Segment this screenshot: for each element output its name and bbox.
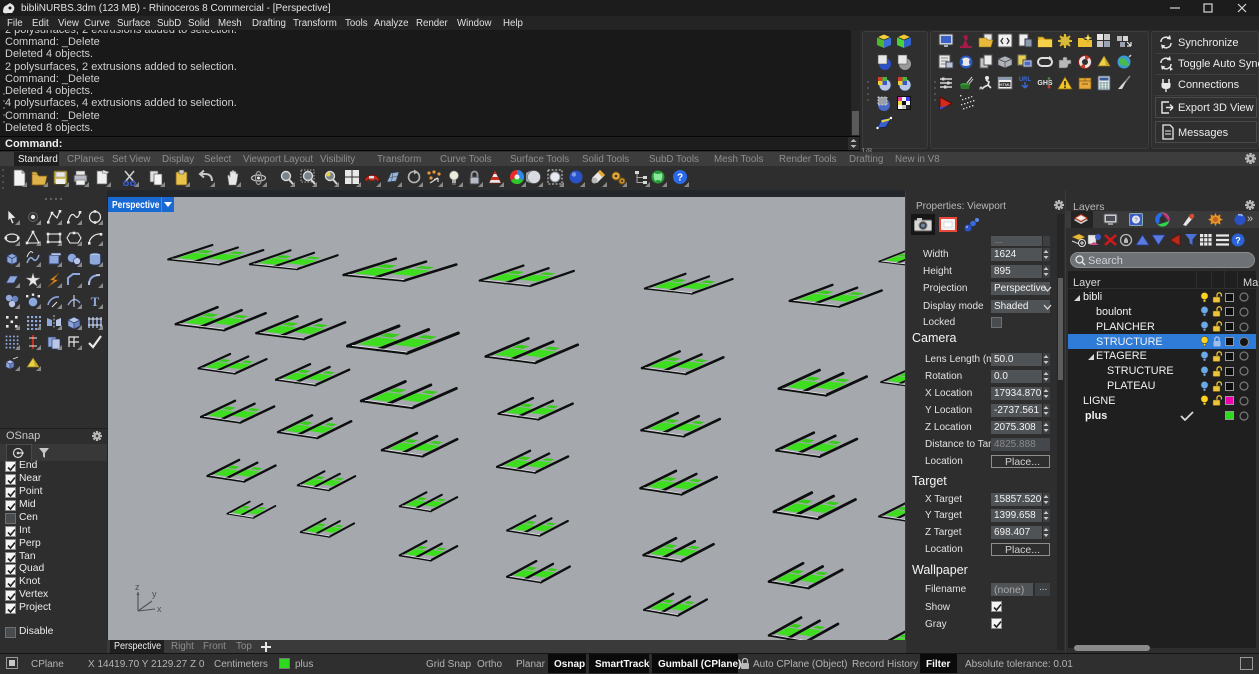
svg-text:z: z (135, 583, 140, 592)
svg-text:x: x (157, 604, 162, 614)
svg-text:GHS: GHS (1037, 80, 1053, 87)
svg-text:HTML: HTML (1000, 82, 1012, 87)
svg-text:?: ? (677, 173, 683, 184)
svg-text:y: y (152, 589, 157, 599)
svg-text:?: ? (1235, 236, 1241, 246)
